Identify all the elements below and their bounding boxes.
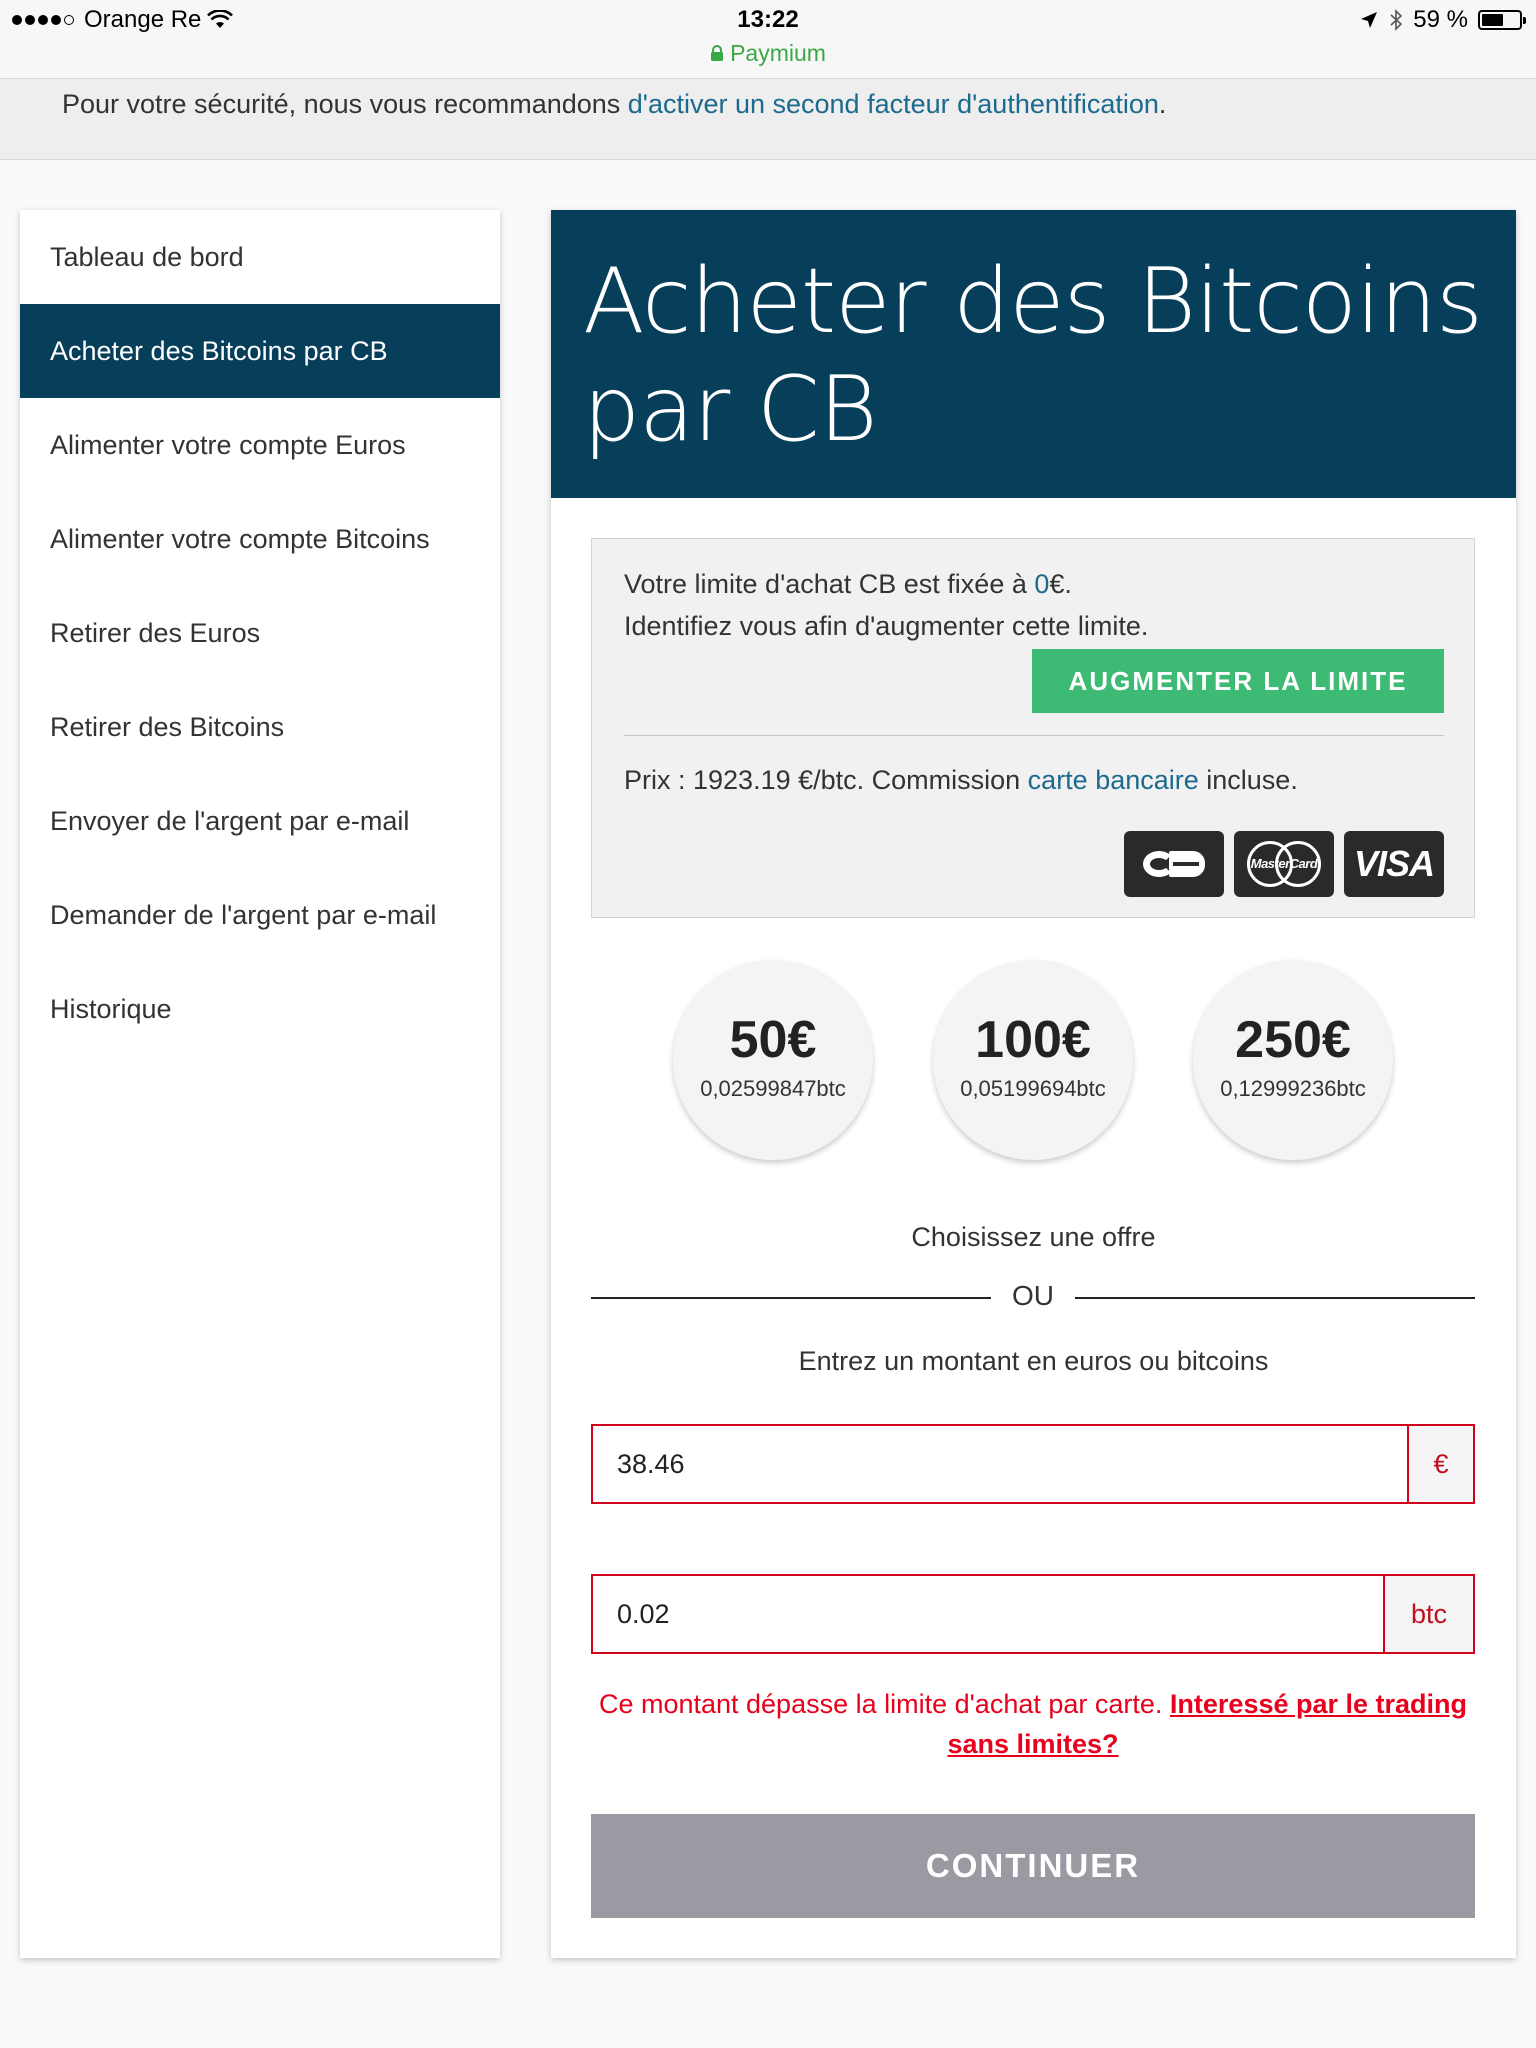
bluetooth-icon [1390,9,1403,31]
battery-icon [1478,10,1526,30]
limit-error-message: Ce montant dépasse la limite d'achat par… [591,1684,1475,1764]
accepted-cards: MasterCard VISA [1124,831,1444,897]
btc-amount-field: btc [591,1574,1475,1654]
offer-100-button[interactable]: 100€ 0,05199694btc [933,960,1133,1160]
notice-text: Pour votre sécurité, nous vous recommand… [62,89,628,119]
offer-btc: 0,12999236btc [1220,1076,1366,1101]
continue-button[interactable]: CONTINUER [591,1814,1475,1918]
price-suffix: incluse. [1198,765,1298,795]
cb-card-icon [1124,831,1224,897]
security-notice: Pour votre sécurité, nous vous recommand… [0,79,1536,160]
identify-text: Identifiez vous afin d'augmenter cette l… [624,611,1149,641]
visa-icon: VISA [1344,831,1444,897]
location-arrow-icon [1361,12,1378,28]
page-title: Acheter des Bitcoins par CB [583,249,1483,462]
enable-2fa-link[interactable]: d'activer un second facteur d'authentifi… [628,89,1159,119]
security-notice-text: Pour votre sécurité, nous vous recommand… [62,89,1166,120]
or-text: OU [1012,1280,1054,1311]
card-fee-link[interactable]: carte bancaire [1028,765,1199,795]
offer-250-button[interactable]: 250€ 0,12999236btc [1193,960,1393,1160]
offer-amount: 250€ [1235,1011,1351,1069]
limit-value-link[interactable]: 0 [1034,569,1049,599]
clock: 13:22 [737,6,799,33]
sidebar-item-history[interactable]: Historique [20,962,500,1056]
status-bar: Orange Re 13:22 Paymium 59 % [0,0,1536,79]
page-header: Acheter des Bitcoins par CB [551,210,1516,498]
euro-amount-input[interactable] [593,1426,1407,1502]
sidebar-item-withdraw-bitcoins[interactable]: Retirer des Bitcoins [20,680,500,774]
info-divider [624,735,1444,736]
offer-btc: 0,05199694btc [960,1076,1106,1101]
increase-limit-button[interactable]: AUGMENTER LA LIMITE [1032,649,1444,713]
sidebar-item-fund-bitcoins[interactable]: Alimenter votre compte Bitcoins [20,492,500,586]
price-prefix: Prix : 1923.19 €/btc. Commission [624,765,1028,795]
offer-btc: 0,02599847btc [700,1076,846,1101]
url-bar[interactable]: Paymium [0,40,1536,67]
sidebar-item-request-money-email[interactable]: Demander de l'argent par e-mail [20,868,500,962]
limit-info-box: Votre limite d'achat CB est fixée à 0€. … [591,538,1475,918]
site-name: Paymium [730,40,826,66]
visa-label: VISA [1353,843,1435,884]
sidebar-item-withdraw-euros[interactable]: Retirer des Euros [20,586,500,680]
separator-line-right [1075,1297,1475,1299]
price-text: Prix : 1923.19 €/btc. Commission carte b… [624,765,1298,796]
sidebar-nav: Tableau de bord Acheter des Bitcoins par… [20,210,500,1958]
notice-suffix: . [1158,89,1167,119]
enter-amount-text: Entrez un montant en euros ou bitcoins [798,1346,1269,1376]
mastercard-icon: MasterCard [1234,831,1334,897]
choose-offer-text: Choisissez une offre [911,1222,1156,1252]
sidebar-item-fund-euros[interactable]: Alimenter votre compte Euros [20,398,500,492]
btc-unit-addon: btc [1383,1576,1473,1652]
sidebar-item-send-money-email[interactable]: Envoyer de l'argent par e-mail [20,774,500,868]
battery-percent: 59 % [1413,6,1468,33]
lock-icon [711,45,724,61]
sidebar-item-dashboard[interactable]: Tableau de bord [20,210,500,304]
btc-amount-input[interactable] [593,1576,1383,1652]
euro-amount-field: € [591,1424,1475,1504]
mastercard-label: MasterCard [1250,856,1318,871]
error-text: Ce montant dépasse la limite d'achat par… [598,1689,1170,1719]
limit-text: Votre limite d'achat CB est fixée à 0€. [624,569,1072,600]
offer-amount: 50€ [729,1011,817,1069]
euro-unit-addon: € [1407,1426,1473,1502]
limit-suffix: €. [1049,569,1072,599]
sidebar-item-buy-bitcoins-card[interactable]: Acheter des Bitcoins par CB [20,304,500,398]
offer-50-button[interactable]: 50€ 0,02599847btc [673,960,873,1160]
buy-panel: Acheter des Bitcoins par CB Votre limite… [551,210,1516,1958]
limit-prefix: Votre limite d'achat CB est fixée à [624,569,1035,599]
status-right: 59 % [1359,6,1526,34]
or-separator: OU [591,1278,1475,1318]
offer-amount: 100€ [975,1011,1091,1069]
